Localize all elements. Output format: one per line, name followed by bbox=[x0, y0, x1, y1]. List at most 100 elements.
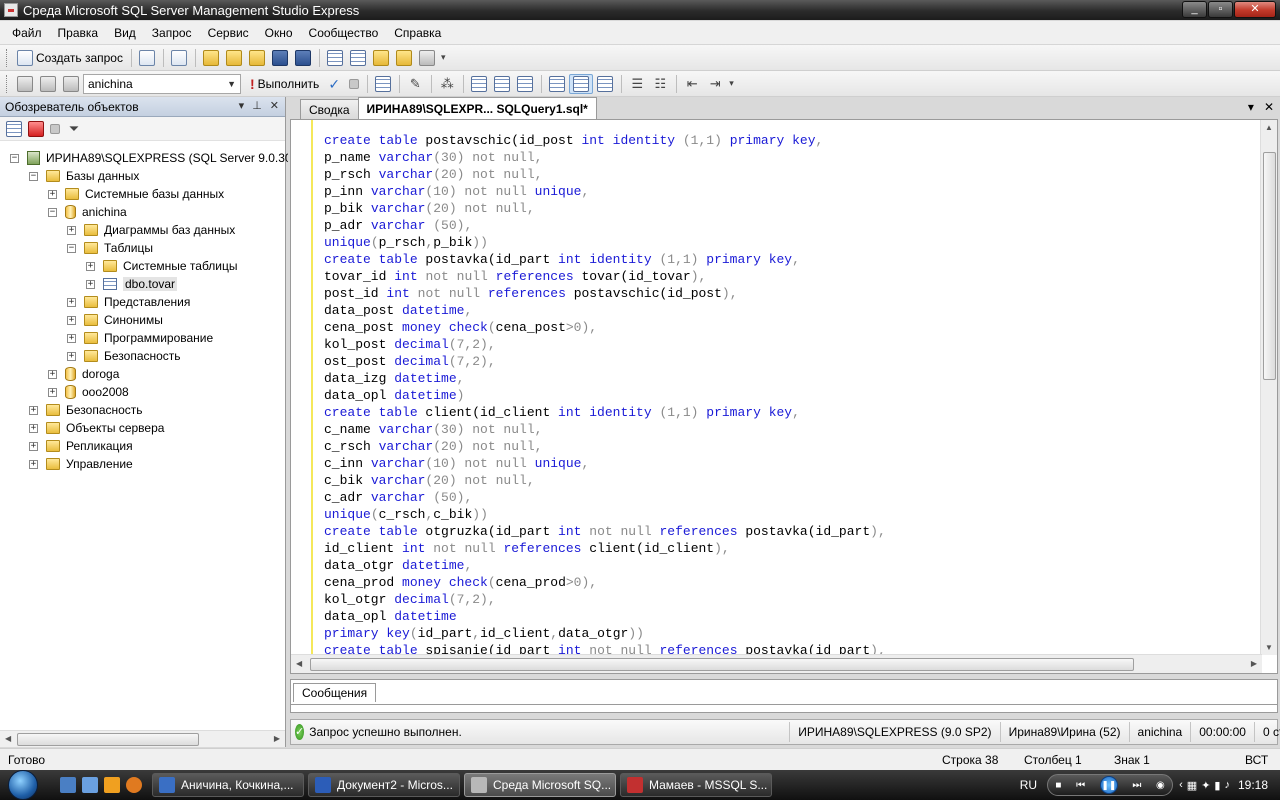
tree-node[interactable]: + Системные базы данных bbox=[48, 185, 224, 203]
tab-list-icon[interactable]: ▾ bbox=[1248, 100, 1254, 114]
design-query-button[interactable] bbox=[372, 74, 394, 94]
tree-node[interactable]: + ooo2008 bbox=[48, 383, 129, 401]
tab-summary[interactable]: Сводка bbox=[300, 99, 359, 119]
menu-help[interactable]: Справка bbox=[386, 26, 449, 40]
expand-icon[interactable]: + bbox=[29, 405, 38, 415]
tree-node[interactable]: + Диаграммы баз данных bbox=[67, 221, 235, 239]
results-to-file-button[interactable] bbox=[594, 74, 616, 94]
switch-windows-icon[interactable] bbox=[82, 777, 98, 793]
toolbar-grip[interactable] bbox=[6, 74, 9, 93]
filter-icon[interactable]: ⏷ bbox=[66, 121, 82, 137]
expand-icon[interactable]: + bbox=[86, 261, 95, 271]
add-item-button[interactable] bbox=[246, 48, 268, 68]
next-icon[interactable]: ⏭ bbox=[1132, 780, 1141, 791]
language-indicator[interactable]: RU bbox=[1020, 778, 1037, 792]
object-explorer-scrollbar[interactable]: ◀ ▶ bbox=[0, 730, 285, 747]
tree-node[interactable]: + dbo.tovar bbox=[86, 275, 178, 293]
expand-icon[interactable]: + bbox=[48, 189, 57, 199]
toolbar-overflow-icon[interactable]: ▾ bbox=[441, 52, 446, 63]
sql-code[interactable]: create table postavschic(id_post int ide… bbox=[324, 132, 886, 659]
close-button[interactable]: ✕ bbox=[1234, 1, 1276, 18]
tree-node[interactable]: + Репликация bbox=[29, 437, 133, 455]
template-explorer-button[interactable] bbox=[370, 48, 392, 68]
menu-view[interactable]: Вид bbox=[106, 26, 144, 40]
expand-icon[interactable]: + bbox=[29, 441, 38, 451]
specify-values-button[interactable]: ✎ bbox=[404, 74, 426, 94]
comment-button[interactable]: ☰ bbox=[626, 74, 648, 94]
tree-node[interactable]: + Синонимы bbox=[67, 311, 163, 329]
tree-node[interactable]: + Безопасность bbox=[67, 347, 181, 365]
taskbar-item[interactable]: Документ2 - Micros... bbox=[308, 773, 460, 797]
collapse-icon[interactable]: − bbox=[29, 171, 38, 181]
stop-icon[interactable] bbox=[50, 123, 60, 134]
increase-indent-button[interactable]: ⇥ bbox=[704, 74, 726, 94]
taskbar-item-active[interactable]: Среда Microsoft SQ... bbox=[464, 773, 616, 797]
editor-vertical-scrollbar[interactable]: ▲ ▼ bbox=[1260, 120, 1277, 655]
open-project-button[interactable] bbox=[223, 48, 245, 68]
open-file-button[interactable] bbox=[200, 48, 222, 68]
previous-icon[interactable]: ⏮ bbox=[1076, 780, 1085, 791]
tree-node[interactable]: + Программирование bbox=[67, 329, 213, 347]
tree-node[interactable]: + Управление bbox=[29, 455, 133, 473]
clock[interactable]: 19:18 bbox=[1238, 778, 1268, 792]
panel-dropdown-icon[interactable]: ▾ bbox=[239, 99, 245, 112]
object-explorer-button[interactable] bbox=[347, 48, 369, 68]
tree-node[interactable]: − Таблицы bbox=[67, 239, 153, 257]
expand-icon[interactable]: + bbox=[67, 225, 76, 235]
expand-icon[interactable]: + bbox=[67, 333, 76, 343]
tree-node[interactable]: + Системные таблицы bbox=[86, 257, 238, 275]
menu-tools[interactable]: Сервис bbox=[200, 26, 257, 40]
results-to-text-button[interactable] bbox=[546, 74, 568, 94]
tree-node[interactable]: − anichina bbox=[48, 203, 127, 221]
tree-node[interactable]: + doroga bbox=[48, 365, 119, 383]
expand-icon[interactable]: + bbox=[48, 369, 57, 379]
disconnect-button[interactable] bbox=[37, 74, 59, 94]
query-options-button[interactable] bbox=[468, 74, 490, 94]
stop-icon[interactable]: ■ bbox=[1055, 780, 1061, 791]
pin-icon[interactable]: ⊥ bbox=[252, 99, 262, 112]
toolbar-overflow-icon[interactable]: ▾ bbox=[729, 78, 734, 89]
actual-plan-button[interactable] bbox=[491, 74, 513, 94]
tab-messages[interactable]: Сообщения bbox=[293, 683, 377, 702]
query-editor[interactable]: create table postavschic(id_post int ide… bbox=[290, 119, 1278, 674]
save-button[interactable] bbox=[269, 48, 291, 68]
expand-icon[interactable]: + bbox=[67, 315, 76, 325]
chevron-left-icon[interactable]: ‹ bbox=[1179, 779, 1183, 792]
uncomment-button[interactable]: ☷ bbox=[649, 74, 671, 94]
taskbar-item[interactable]: Аничина, Кочкина,... bbox=[152, 773, 304, 797]
decrease-indent-button[interactable]: ⇤ bbox=[681, 74, 703, 94]
media-player-icon[interactable] bbox=[104, 777, 120, 793]
network-icon[interactable]: ▦ bbox=[1187, 779, 1197, 792]
scrollbar-thumb[interactable] bbox=[1263, 152, 1276, 380]
scroll-right-icon[interactable]: ▶ bbox=[274, 734, 280, 743]
scrollbar-thumb[interactable] bbox=[17, 733, 199, 746]
taskbar-item[interactable]: Мамаев - MSSQL S... bbox=[620, 773, 772, 797]
connect-button[interactable] bbox=[14, 74, 36, 94]
menu-community[interactable]: Сообщество bbox=[301, 26, 387, 40]
menu-query[interactable]: Запрос bbox=[144, 26, 200, 40]
scroll-left-icon[interactable]: ◀ bbox=[5, 734, 11, 743]
parse-button[interactable]: ✓ bbox=[323, 74, 345, 94]
close-tab-icon[interactable]: ✕ bbox=[1264, 100, 1274, 114]
new-file-button[interactable] bbox=[136, 48, 158, 68]
editor-horizontal-scrollbar[interactable]: ◀ ▶ bbox=[291, 654, 1262, 673]
change-connection-button[interactable] bbox=[60, 74, 82, 94]
pause-icon[interactable]: ❚❚ bbox=[1099, 776, 1118, 794]
registered-servers-button[interactable] bbox=[324, 48, 346, 68]
expand-icon[interactable]: + bbox=[67, 297, 76, 307]
scroll-up-icon[interactable]: ▲ bbox=[1265, 123, 1273, 132]
solution-explorer-button[interactable] bbox=[393, 48, 415, 68]
scroll-left-icon[interactable]: ◀ bbox=[296, 659, 302, 668]
close-icon[interactable]: ✕ bbox=[270, 99, 279, 112]
disconnect-icon[interactable] bbox=[28, 120, 44, 137]
collapse-icon[interactable]: − bbox=[10, 153, 19, 163]
save-all-button[interactable] bbox=[292, 48, 314, 68]
expand-icon[interactable]: + bbox=[48, 387, 57, 397]
speaker-icon[interactable]: ♪ bbox=[1224, 779, 1230, 792]
scrollbar-thumb[interactable] bbox=[310, 658, 1134, 671]
menu-edit[interactable]: Правка bbox=[50, 26, 107, 40]
properties-button[interactable] bbox=[416, 48, 438, 68]
menu-file[interactable]: Файл bbox=[4, 26, 50, 40]
cancel-execution-button[interactable] bbox=[346, 74, 362, 94]
connect-icon[interactable] bbox=[6, 120, 22, 137]
